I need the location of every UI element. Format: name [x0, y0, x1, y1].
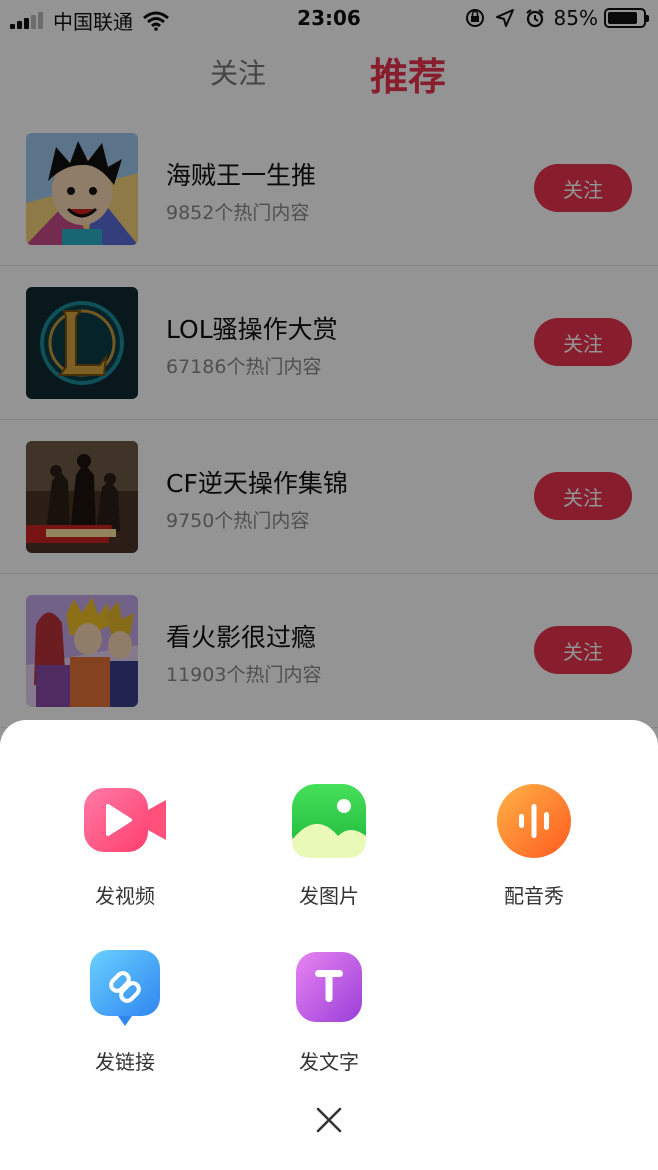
link-icon: [84, 946, 166, 1028]
image-icon: [288, 780, 370, 862]
post-link-label: 发链接: [95, 1050, 155, 1074]
post-image-label: 发图片: [299, 884, 359, 908]
dubbing-show-button[interactable]: 配音秀: [454, 780, 614, 909]
post-text-button[interactable]: 发文字: [249, 946, 409, 1075]
publish-action-sheet: 发视频 发图片 配音秀 发链接 发文字: [0, 720, 658, 1170]
post-link-button[interactable]: 发链接: [45, 946, 205, 1075]
close-sheet-button[interactable]: [309, 1100, 349, 1140]
close-icon: [316, 1107, 342, 1133]
post-video-label: 发视频: [95, 884, 155, 908]
audio-wave-icon: [493, 780, 575, 862]
post-image-button[interactable]: 发图片: [249, 780, 409, 909]
video-camera-icon: [84, 780, 166, 862]
dubbing-show-label: 配音秀: [504, 884, 564, 908]
post-video-button[interactable]: 发视频: [45, 780, 205, 909]
text-icon: [288, 946, 370, 1028]
post-text-label: 发文字: [299, 1050, 359, 1074]
